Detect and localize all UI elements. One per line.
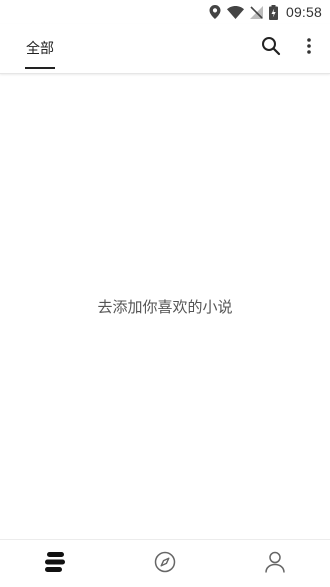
nav-item-bookshelf[interactable]	[0, 540, 110, 587]
location-icon	[209, 5, 221, 19]
status-bar: 09:58	[0, 0, 330, 24]
no-signal-icon	[249, 5, 263, 19]
battery-charging-icon	[268, 4, 278, 20]
empty-state-message: 去添加你喜欢的小说	[97, 298, 233, 316]
tab-all[interactable]: 全部	[25, 24, 55, 74]
search-button[interactable]	[259, 36, 283, 60]
wifi-icon	[226, 5, 244, 19]
status-time: 09:58	[285, 4, 322, 20]
search-icon	[261, 36, 281, 60]
more-options-button[interactable]	[299, 36, 319, 60]
tab-indicator	[25, 67, 55, 69]
profile-icon	[264, 551, 286, 577]
compass-icon	[154, 551, 176, 577]
tab-all-label: 全部	[26, 41, 54, 57]
nav-item-discover[interactable]	[110, 540, 220, 587]
app-bar: 全部	[0, 24, 330, 74]
nav-item-profile[interactable]	[220, 540, 330, 587]
bookshelf-icon	[44, 551, 66, 576]
more-vertical-icon	[307, 38, 311, 58]
bottom-navigation	[0, 539, 330, 587]
